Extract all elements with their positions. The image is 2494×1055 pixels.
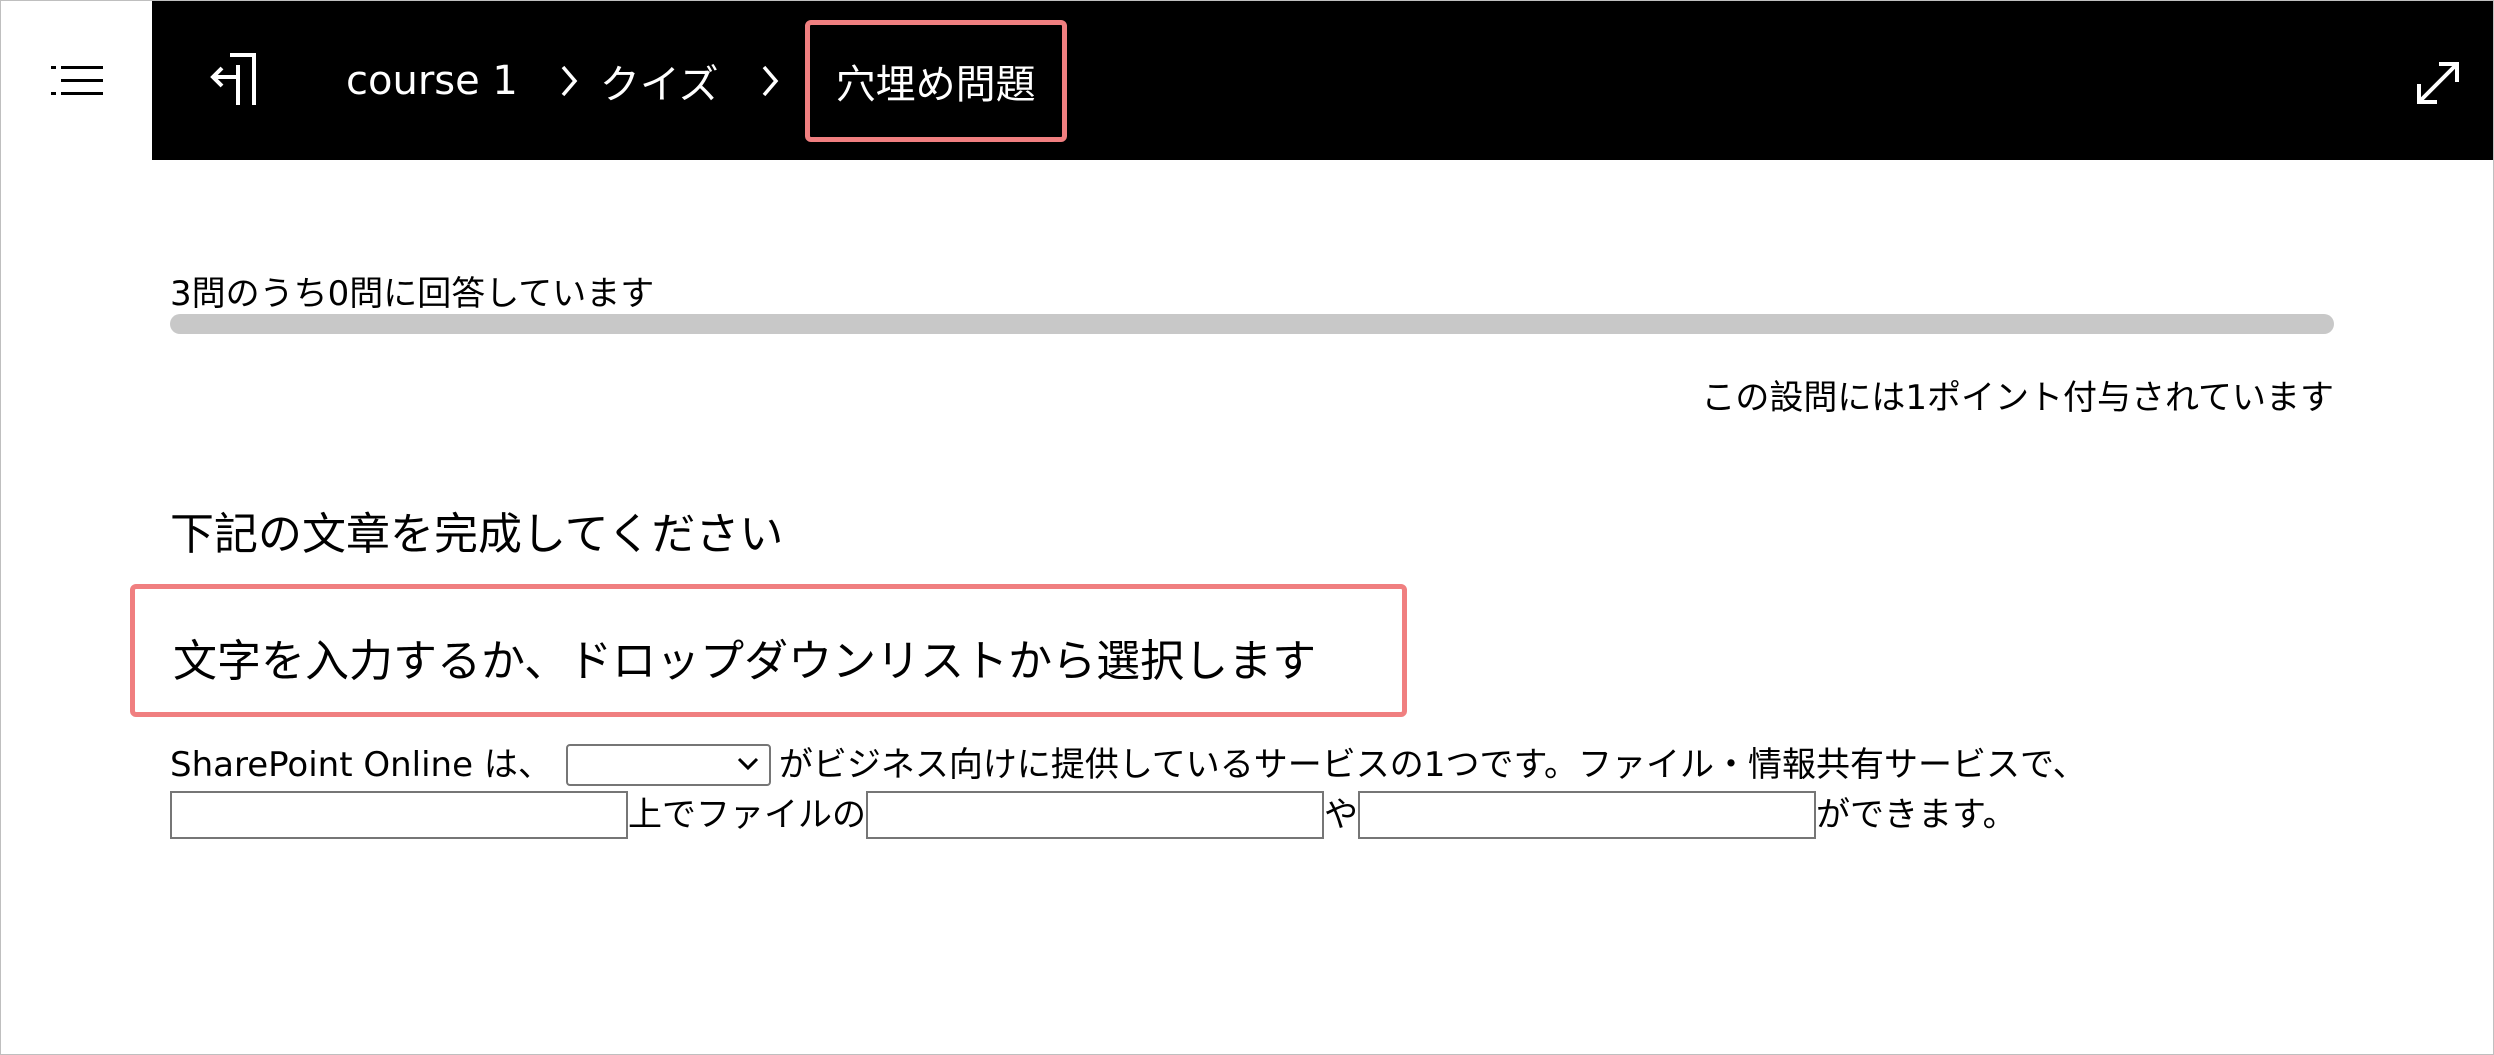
- list-menu-icon: [50, 65, 103, 95]
- sentence-line-1: SharePoint Online は、 がビジネス向けに提供しているサービスの…: [170, 740, 2370, 790]
- answer-dropdown[interactable]: [565, 744, 771, 786]
- back-button[interactable]: [204, 47, 264, 113]
- breadcrumb-course[interactable]: course 1: [346, 58, 518, 104]
- breadcrumb-quiz[interactable]: クイズ: [600, 52, 719, 110]
- question-title: 下記の文章を完成してください: [170, 509, 784, 560]
- expand-button[interactable]: [2411, 56, 2465, 110]
- question-points: この設問には1ポイント付与されています: [1701, 378, 2334, 418]
- chevron-right-icon: [560, 64, 578, 98]
- chevron-down-icon: [737, 757, 758, 771]
- breadcrumb: course 1 クイズ 穴埋め問題: [346, 1, 1067, 160]
- expand-diagonal-icon: [2417, 62, 2459, 104]
- sentence-text: や: [1324, 795, 1358, 835]
- sentence-text: 上でファイルの: [628, 795, 866, 835]
- sentence-text: ができます。: [1816, 795, 2017, 835]
- breadcrumb-current: 穴埋め問題: [835, 61, 1036, 108]
- instruction-highlight: 文字を入力するか、ドロップダウンリストから選択します: [130, 584, 1407, 717]
- breadcrumb-current-highlight: 穴埋め問題: [804, 19, 1067, 142]
- answer-blank-2[interactable]: [866, 791, 1324, 839]
- sentence-text: がビジネス向けに提供しているサービスの1つです。ファイル・情報共有サービスで、: [778, 745, 2087, 785]
- answer-blank-1[interactable]: [170, 791, 628, 839]
- sentence-text: SharePoint Online は、: [170, 745, 552, 785]
- menu-button[interactable]: [1, 1, 152, 160]
- fill-in-sentence: SharePoint Online は、 がビジネス向けに提供しているサービスの…: [170, 740, 2370, 840]
- exit-back-icon: [210, 53, 256, 105]
- answer-blank-3[interactable]: [1358, 791, 1816, 839]
- progress-bar: [170, 314, 2334, 334]
- sentence-line-2: 上でファイルの や ができます。: [170, 790, 2370, 840]
- question-instruction: 文字を入力するか、ドロップダウンリストから選択します: [173, 636, 1317, 687]
- chevron-right-icon: [761, 64, 779, 98]
- progress-label: 3問のうち0問に回答しています: [170, 274, 655, 314]
- top-bar: course 1 クイズ 穴埋め問題: [152, 1, 2493, 160]
